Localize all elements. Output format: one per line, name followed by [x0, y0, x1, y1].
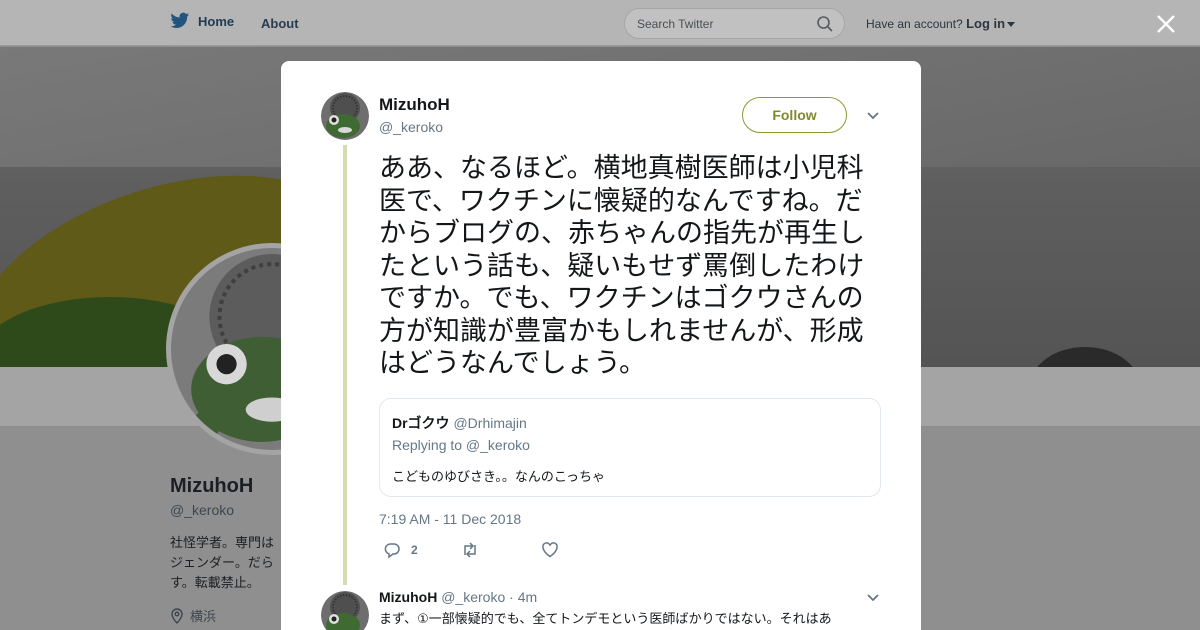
tweet-text: ああ、なるほど。横地真樹医師は小児科医で、ワクチンに懐疑的なんですね。だからブロ…	[379, 153, 865, 379]
retweet-icon	[464, 542, 476, 558]
profile-bio: 社怪学者。専門は ジェンダー。だら す。転載禁止。	[170, 536, 275, 591]
reply-icon	[384, 543, 400, 559]
quoted-text: こどものゆびさき。。なんのこっちゃ	[392, 470, 605, 485]
follow-button[interactable]: Follow	[742, 97, 847, 133]
retweet-button[interactable]	[461, 541, 479, 559]
location-pin-icon	[171, 607, 183, 624]
quoted-author-handle: @Drhimajin	[453, 415, 527, 431]
reply-author-name[interactable]: MizuhoH	[379, 589, 437, 605]
tweet-modal: MizuhoH @_keroko Follow ああ、なるほど。横地真樹医師は小…	[281, 61, 921, 630]
quoted-replying-to: Replying to @_keroko	[392, 437, 530, 453]
login-link[interactable]: Log in	[966, 16, 1005, 31]
quoted-author-name: Drゴクウ	[392, 415, 450, 431]
like-button[interactable]	[541, 541, 559, 559]
reply-age[interactable]: · 4m	[509, 589, 537, 605]
reply-text: まず、①一部懐疑的でも、全てトンデモという医師ばかりではない。それはあ	[379, 612, 832, 627]
quoted-author: Drゴクウ @Drhimajin	[392, 413, 527, 433]
close-icon[interactable]	[1155, 13, 1177, 35]
tweet-timestamp[interactable]: 7:19 AM - 11 Dec 2018	[379, 511, 521, 527]
profile-location-text: 横浜	[190, 610, 217, 625]
profile-handle: @_keroko	[170, 502, 235, 518]
search-icon[interactable]	[816, 15, 834, 33]
chevron-down-icon[interactable]	[866, 111, 880, 121]
twitter-bird-icon	[170, 12, 190, 28]
chevron-down-icon[interactable]	[866, 593, 880, 603]
account-menu[interactable]: Have an account? Log in	[866, 16, 1016, 31]
profile-location: 横浜	[170, 606, 216, 625]
reply-author-handle[interactable]: @_keroko	[441, 589, 505, 605]
quoted-tweet[interactable]: Drゴクウ @Drhimajin Replying to @_keroko こど…	[379, 398, 881, 497]
search-input[interactable]: Search Twitter	[624, 8, 845, 39]
account-prompt: Have an account?	[866, 17, 963, 31]
reply-button[interactable]: 2	[383, 541, 418, 559]
search-placeholder: Search Twitter	[637, 17, 714, 31]
reply-author-avatar[interactable]	[321, 591, 369, 630]
nav-home-link[interactable]: Home	[170, 12, 234, 30]
reply-author: MizuhoH @_keroko · 4m	[379, 589, 537, 605]
nav-about-link[interactable]: About	[261, 16, 299, 31]
nav-home-label: Home	[198, 13, 235, 29]
reply-count: 2	[411, 543, 418, 557]
author-name[interactable]: MizuhoH	[379, 95, 450, 115]
like-icon	[542, 542, 558, 558]
chevron-down-icon	[1007, 22, 1016, 28]
thread-connector-line	[343, 145, 347, 585]
profile-name: MizuhoH	[170, 475, 254, 497]
author-handle[interactable]: @_keroko	[379, 119, 443, 135]
top-navigation: Home About Search Twitter Have an accoun…	[0, 0, 1200, 46]
author-avatar[interactable]	[321, 92, 369, 140]
